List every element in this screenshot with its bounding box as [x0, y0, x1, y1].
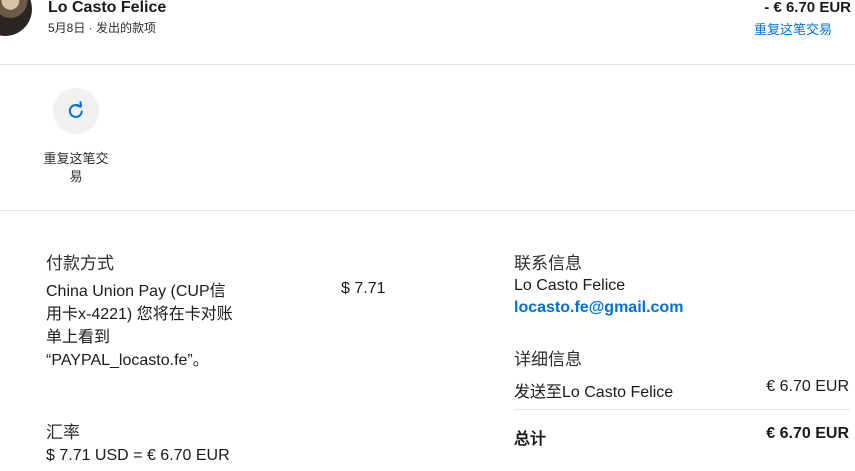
avatar: [0, 0, 32, 36]
transaction-date-type: 5月8日 · 发出的款项: [48, 21, 157, 35]
exchange-rate-title: 汇率: [46, 423, 80, 442]
payment-amount: $ 7.71: [341, 280, 386, 297]
section-divider: [0, 210, 855, 211]
contact-info-title: 联系信息: [514, 254, 582, 273]
refresh-icon: [68, 101, 83, 118]
payment-method-title: 付款方式: [46, 254, 114, 273]
repeat-transaction-action[interactable]: 重复这笔交易: [40, 88, 112, 186]
sent-to-label: 发送至Lo Casto Felice: [514, 384, 674, 401]
total-label: 总计: [514, 431, 547, 448]
repeat-transaction-link[interactable]: 重复这笔交易: [754, 19, 832, 38]
details-divider: [514, 409, 850, 410]
sent-to-value: € 6.70 EUR: [766, 378, 849, 395]
transaction-header: Lo Casto Felice 5月8日 · 发出的款项 - € 6.70 EU…: [0, 0, 855, 65]
repeat-transaction-label: 重复这笔交易: [43, 151, 109, 184]
transaction-amount: - € 6.70 EUR: [764, 0, 851, 16]
payment-method-text: China Union Pay (CUP信用卡x-4221) 您将在卡对账单上看…: [46, 283, 233, 369]
exchange-rate-value: $ 7.71 USD = € 6.70 EUR: [46, 447, 230, 464]
merchant-name: Lo Casto Felice: [48, 0, 167, 16]
details-title: 详细信息: [514, 350, 582, 369]
contact-email-link[interactable]: locasto.fe@gmail.com: [514, 299, 683, 317]
contact-name: Lo Casto Felice: [514, 277, 626, 294]
total-value: € 6.70 EUR: [766, 425, 849, 442]
repeat-transaction-button[interactable]: [53, 88, 99, 134]
